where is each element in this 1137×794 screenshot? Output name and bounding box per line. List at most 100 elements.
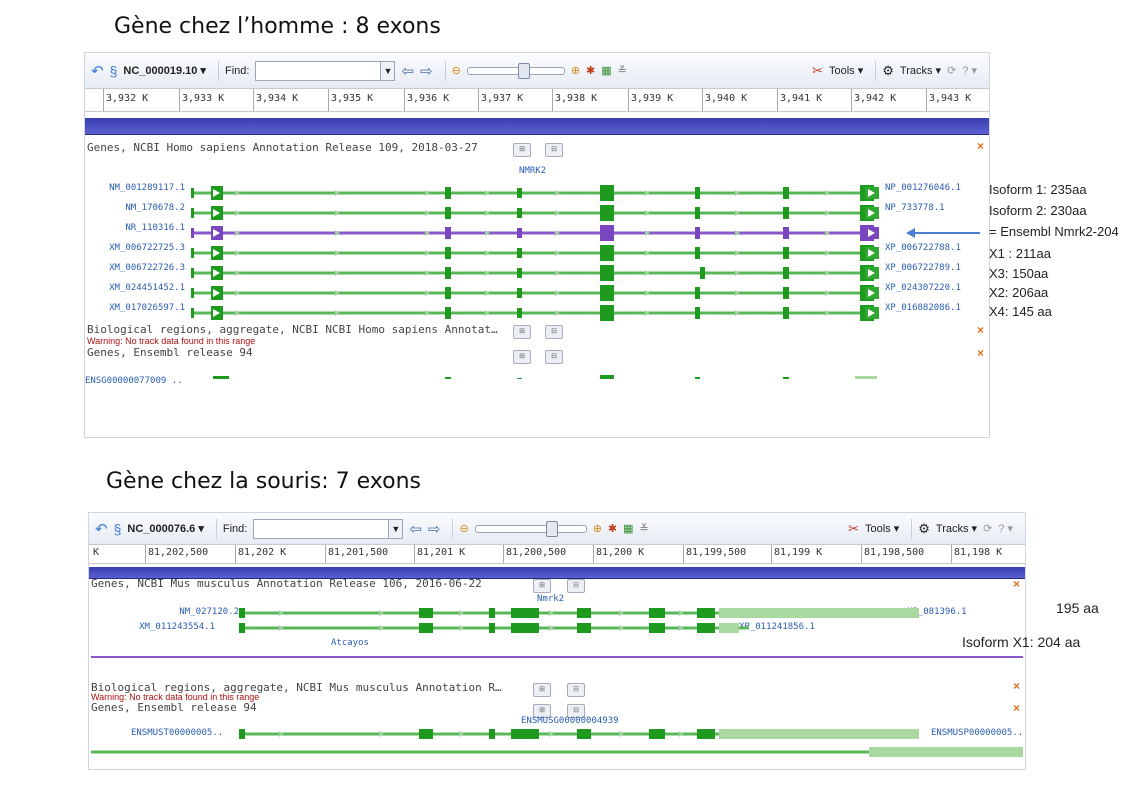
ruler-tick: 3,940 K: [702, 89, 747, 111]
ruler-tick: 3,938 K: [552, 89, 597, 111]
zoom-in-icon[interactable]: ⊕: [593, 522, 602, 535]
strand-arrow: [425, 290, 430, 296]
sequence-icon[interactable]: §: [110, 63, 118, 79]
exon-block: [783, 377, 789, 379]
pan-left-icon[interactable]: ⇦: [401, 62, 414, 80]
align-icon[interactable]: ≚: [618, 64, 627, 77]
zoom-out-icon[interactable]: ⊖: [452, 64, 461, 77]
strand-arrow: [485, 190, 490, 196]
tools-menu[interactable]: Tools ▾: [865, 522, 899, 535]
strand-arrow: [825, 310, 830, 316]
strand-arrow: [735, 290, 740, 296]
separator: [215, 518, 217, 539]
exon-block: [577, 608, 591, 618]
align-icon[interactable]: ≚: [640, 522, 649, 535]
markers-icon[interactable]: ✱: [586, 64, 595, 77]
strand-arrow: [425, 310, 430, 316]
strand-arrow: [335, 230, 340, 236]
tracks-menu[interactable]: Tracks ▾: [900, 64, 941, 77]
exon-block: [517, 308, 522, 318]
isoform-annotation: Isoform 1: 235aa: [989, 182, 1087, 197]
track-settings-button[interactable]: ⊟: [545, 325, 563, 339]
strand-arrow: [645, 230, 650, 236]
exon-block: [489, 608, 495, 618]
tools-menu[interactable]: Tools ▾: [829, 64, 863, 77]
exon-block: [511, 729, 539, 739]
accession-dropdown[interactable]: NC_000076.6 ▾: [127, 522, 203, 535]
strand-arrow: [555, 230, 560, 236]
markers-icon[interactable]: ✱: [608, 522, 617, 535]
zoom-in-icon[interactable]: ⊕: [571, 64, 580, 77]
exon-block: [517, 248, 522, 258]
zoom-out-icon[interactable]: ⊖: [459, 522, 468, 535]
strand-arrow: [425, 250, 430, 256]
strand-arrow: [825, 270, 830, 276]
strand-arrow: [235, 230, 240, 236]
strand-arrow: [485, 230, 490, 236]
exon-block: [697, 623, 715, 633]
strand-arrow: [825, 290, 830, 296]
find-dropdown-arrow[interactable]: ▼: [381, 60, 396, 81]
tools-icon[interactable]: ✂: [812, 63, 823, 79]
transcript-start: [191, 308, 194, 318]
track-config-button[interactable]: ⊞: [513, 325, 531, 339]
track-config-button[interactable]: ⊞: [533, 683, 551, 697]
accession-dropdown[interactable]: NC_000019.10 ▾: [123, 64, 206, 77]
color-grid-icon[interactable]: ▦: [601, 64, 611, 77]
tools-icon[interactable]: ✂: [848, 521, 859, 537]
pan-right-icon[interactable]: ⇨: [428, 520, 441, 538]
isoform-annotation: X4: 145 aa: [989, 304, 1052, 319]
strand-arrow: [679, 625, 684, 631]
pan-right-icon[interactable]: ⇨: [420, 62, 433, 80]
track-config-button[interactable]: ⊞: [513, 350, 531, 364]
tracks-menu[interactable]: Tracks ▾: [936, 522, 977, 535]
help-icon[interactable]: ? ▾: [962, 64, 977, 77]
find-input[interactable]: [255, 60, 382, 81]
ensembl-transcript-label[interactable]: ENSG00000077009 ..: [85, 376, 183, 386]
close-track-icon[interactable]: ×: [1013, 679, 1020, 693]
help-icon[interactable]: ? ▾: [998, 522, 1013, 535]
close-track-icon[interactable]: ×: [977, 346, 984, 360]
close-track-icon[interactable]: ×: [1013, 701, 1020, 715]
mouse-genome-viewer: ↶ § NC_000076.6 ▾ Find: ▼ ⇦ ⇨ ⊖ ⊕ ✱ ▦ ≚ …: [88, 512, 1026, 770]
find-input[interactable]: [253, 518, 390, 539]
refresh-icon[interactable]: ⟳: [983, 522, 992, 535]
back-icon[interactable]: ↶: [91, 62, 104, 80]
exon-block: [419, 608, 433, 618]
strand-arrow: [379, 731, 384, 737]
strand-arrow: [485, 250, 490, 256]
ruler-tick: 3,932 K: [103, 89, 148, 111]
refresh-icon[interactable]: ⟳: [947, 64, 956, 77]
transcript-start: [191, 268, 194, 278]
strand-arrow: [619, 610, 624, 616]
ensembl-transcript-label[interactable]: ENSMUST00000005..: [131, 728, 223, 738]
ruler-tick: K: [93, 547, 100, 558]
zoom-slider[interactable]: [474, 520, 587, 537]
exon-block: [511, 623, 539, 633]
ensembl-protein-label[interactable]: ENSMUSP00000005..: [931, 728, 1023, 738]
back-icon[interactable]: ↶: [95, 520, 108, 538]
zoom-slider-knob[interactable]: [517, 62, 530, 79]
gear-icon[interactable]: ⚙: [882, 63, 894, 79]
close-track-icon[interactable]: ×: [977, 323, 984, 337]
warning-text: Warning: No track data found in this ran…: [87, 336, 256, 346]
ruler-tick: 81,200,500: [503, 545, 566, 563]
ruler-tick: 3,934 K: [253, 89, 298, 111]
find-dropdown-arrow[interactable]: ▼: [389, 518, 404, 539]
strand-arrow: [485, 210, 490, 216]
strand-arrow: [735, 270, 740, 276]
track-settings-button[interactable]: ⊟: [567, 683, 585, 697]
exon-block: [695, 377, 700, 379]
utr-block: [869, 747, 1023, 757]
strand-arrow: [679, 731, 684, 737]
sequence-icon[interactable]: §: [114, 521, 122, 537]
zoom-slider-knob[interactable]: [545, 520, 558, 537]
pan-left-icon[interactable]: ⇦: [409, 520, 422, 538]
track-settings-button[interactable]: ⊟: [545, 350, 563, 364]
transcript-start: [191, 248, 194, 258]
strand-arrow: [425, 210, 430, 216]
gear-icon[interactable]: ⚙: [918, 521, 930, 537]
zoom-slider[interactable]: [466, 62, 565, 79]
color-grid-icon[interactable]: ▦: [623, 522, 633, 535]
strand-arrow: [555, 290, 560, 296]
